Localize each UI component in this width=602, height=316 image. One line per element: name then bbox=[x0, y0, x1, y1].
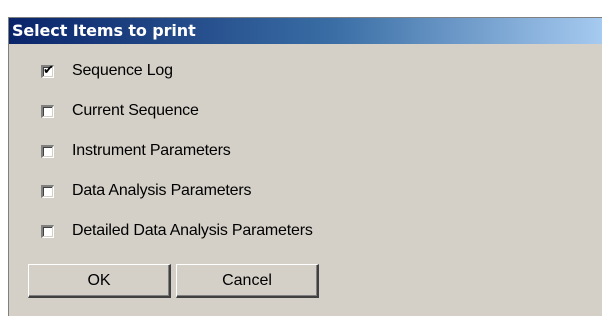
option-label: Data Analysis Parameters bbox=[72, 182, 252, 199]
current-sequence-checkbox[interactable] bbox=[41, 104, 54, 118]
option-label: Sequence Log bbox=[72, 62, 173, 79]
option-current-sequence[interactable]: Current Sequence bbox=[41, 100, 199, 122]
cancel-button[interactable]: Cancel bbox=[176, 264, 319, 298]
instrument-parameters-checkbox[interactable] bbox=[41, 144, 54, 158]
detailed-data-analysis-parameters-checkbox[interactable] bbox=[41, 224, 54, 238]
data-analysis-parameters-checkbox[interactable] bbox=[41, 184, 54, 198]
option-data-analysis-parameters[interactable]: Data Analysis Parameters bbox=[41, 180, 251, 202]
option-label: Instrument Parameters bbox=[72, 142, 231, 159]
dialog-title: Select Items to print bbox=[9, 18, 602, 44]
option-sequence-log[interactable]: ✔ Sequence Log bbox=[41, 60, 173, 82]
option-label: Detailed Data Analysis Parameters bbox=[72, 222, 313, 239]
option-detailed-data-analysis-parameters[interactable]: Detailed Data Analysis Parameters bbox=[41, 220, 313, 242]
sequence-log-checkbox[interactable]: ✔ bbox=[41, 62, 54, 78]
ok-button[interactable]: OK bbox=[28, 264, 171, 298]
print-items-dialog: Select Items to print ✔ Sequence Log Cur… bbox=[8, 17, 602, 316]
checkmark-icon: ✔ bbox=[43, 62, 54, 78]
option-label: Current Sequence bbox=[72, 102, 199, 119]
option-instrument-parameters[interactable]: Instrument Parameters bbox=[41, 140, 231, 162]
